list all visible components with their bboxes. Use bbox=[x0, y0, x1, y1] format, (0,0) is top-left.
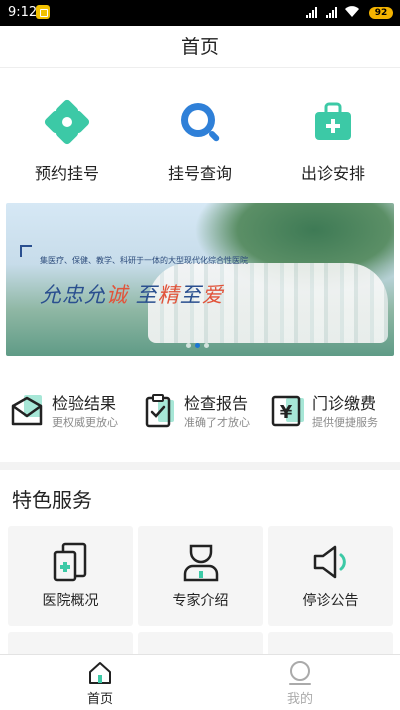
clipboard-check-icon bbox=[142, 392, 178, 428]
section-divider bbox=[0, 462, 400, 470]
banner-tagline: 集医疗、保健、教学、科研于一体的大型现代化综合性医院 bbox=[40, 256, 248, 265]
feature-cell-partial[interactable] bbox=[138, 632, 263, 654]
carousel-dot bbox=[204, 343, 209, 348]
cell-signal-icon bbox=[326, 6, 337, 18]
yen-payment-icon: ¥ bbox=[270, 392, 306, 428]
promo-banner[interactable]: 集医疗、保健、教学、科研于一体的大型现代化综合性医院 允忠允诚 至精至爱 bbox=[6, 203, 394, 356]
service-exam-report[interactable]: 检查报告 准确了才放心 bbox=[138, 388, 271, 434]
wifi-icon bbox=[344, 5, 360, 22]
status-time: 9:12 bbox=[8, 5, 38, 20]
service-title: 门诊缴费 bbox=[312, 394, 377, 413]
clover-icon bbox=[43, 98, 91, 146]
quick-action-schedule[interactable]: 出诊安排 bbox=[268, 98, 398, 184]
service-subtitle: 提供便捷服务 bbox=[312, 416, 378, 429]
top-navbar: 首页 bbox=[0, 26, 400, 68]
quick-action-label: 预约挂号 bbox=[34, 164, 99, 183]
carousel-dot-active bbox=[195, 343, 200, 348]
feature-closure-notice[interactable]: 停诊公告 bbox=[268, 526, 393, 626]
service-shortcuts: 检验结果 更权威更放心 检查报告 准确了才放心 ¥ 门诊缴费 提供便捷服务 bbox=[0, 388, 400, 434]
service-title: 检查报告 bbox=[184, 394, 249, 413]
megaphone-icon bbox=[309, 540, 353, 584]
feature-label: 停诊公告 bbox=[302, 593, 359, 609]
tab-label: 首页 bbox=[86, 692, 113, 707]
cell-signal-icon bbox=[306, 6, 317, 18]
feature-label: 医院概况 bbox=[42, 593, 99, 609]
service-payment[interactable]: ¥ 门诊缴费 提供便捷服务 bbox=[266, 388, 399, 434]
page-title: 首页 bbox=[180, 36, 219, 58]
battery-icon: 92 bbox=[369, 7, 393, 19]
banner-slogan: 允忠允诚 至精至爱 bbox=[40, 283, 224, 307]
medical-bag-icon bbox=[309, 98, 357, 146]
bottom-tabbar: 首页 我的 bbox=[0, 654, 400, 710]
banner-corner-mark bbox=[20, 245, 32, 257]
search-icon bbox=[176, 98, 224, 146]
quick-action-label: 挂号查询 bbox=[167, 164, 232, 183]
tab-profile[interactable]: 我的 bbox=[200, 655, 400, 710]
carousel-dot bbox=[186, 343, 191, 348]
svg-text:¥: ¥ bbox=[280, 402, 293, 423]
features-grid: 医院概况 专家介绍 停诊公告 bbox=[8, 526, 394, 654]
profile-icon bbox=[287, 660, 313, 686]
quick-action-appointment[interactable]: 预约挂号 bbox=[2, 98, 132, 184]
envelope-report-icon bbox=[10, 392, 46, 428]
feature-cell-partial[interactable] bbox=[8, 632, 133, 654]
doctor-icon bbox=[179, 540, 223, 584]
home-icon bbox=[87, 660, 113, 686]
quick-action-label: 出诊安排 bbox=[300, 164, 365, 183]
service-title: 检验结果 bbox=[52, 394, 117, 413]
tab-label: 我的 bbox=[286, 692, 313, 707]
carousel-indicator[interactable] bbox=[186, 343, 209, 348]
feature-label: 专家介绍 bbox=[172, 593, 229, 609]
status-bar: 9:12 92 bbox=[0, 0, 400, 26]
quick-action-query[interactable]: 挂号查询 bbox=[135, 98, 265, 184]
service-lab-results[interactable]: 检验结果 更权威更放心 bbox=[6, 388, 139, 434]
building-icon bbox=[49, 540, 93, 584]
feature-experts[interactable]: 专家介绍 bbox=[138, 526, 263, 626]
feature-hospital-overview[interactable]: 医院概况 bbox=[8, 526, 133, 626]
features-section-title: 特色服务 bbox=[12, 488, 92, 512]
service-subtitle: 准确了才放心 bbox=[184, 416, 250, 429]
quick-actions: 预约挂号 挂号查询 出诊安排 bbox=[0, 98, 400, 188]
tab-home[interactable]: 首页 bbox=[0, 655, 200, 710]
feature-cell-partial[interactable] bbox=[268, 632, 393, 654]
service-subtitle: 更权威更放心 bbox=[52, 416, 118, 429]
notification-icon bbox=[36, 5, 50, 19]
